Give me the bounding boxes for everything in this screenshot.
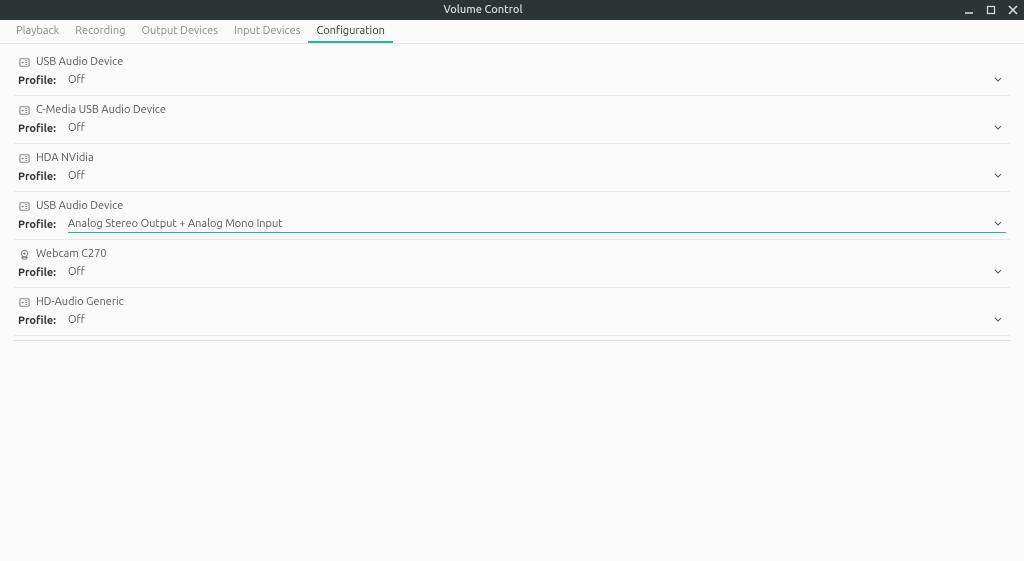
chevron-down-icon bbox=[994, 172, 1002, 180]
profile-label: Profile: bbox=[18, 315, 60, 327]
titlebar: Volume Control bbox=[0, 0, 1024, 20]
chevron-down-icon bbox=[994, 220, 1002, 228]
profile-row: Profile: Off bbox=[14, 118, 1010, 144]
profile-row: Profile: Off bbox=[14, 166, 1010, 192]
maximize-button[interactable] bbox=[984, 3, 998, 17]
device-item: USB Audio Device Profile: Off bbox=[14, 52, 1010, 96]
tab-output-devices[interactable]: Output Devices bbox=[133, 20, 226, 43]
profile-label: Profile: bbox=[18, 267, 60, 279]
content-area: USB Audio Device Profile: Off C-Media US… bbox=[0, 44, 1024, 357]
profile-dropdown[interactable]: Off bbox=[68, 72, 1006, 89]
chevron-down-icon bbox=[994, 76, 1002, 84]
sound-card-icon bbox=[18, 152, 30, 164]
device-header: HDA NVidia bbox=[14, 148, 1010, 166]
device-name-label: HDA NVidia bbox=[36, 152, 94, 164]
close-button[interactable] bbox=[1006, 3, 1020, 17]
profile-label: Profile: bbox=[18, 219, 60, 231]
sound-card-icon bbox=[18, 56, 30, 68]
device-header: HD-Audio Generic bbox=[14, 292, 1010, 310]
sound-card-icon bbox=[18, 296, 30, 308]
device-name-label: USB Audio Device bbox=[36, 200, 123, 212]
window-title: Volume Control bbox=[4, 4, 962, 16]
device-header: USB Audio Device bbox=[14, 196, 1010, 214]
device-item: Webcam C270 Profile: Off bbox=[14, 244, 1010, 288]
profile-dropdown[interactable]: Off bbox=[68, 264, 1006, 281]
tab-recording[interactable]: Recording bbox=[67, 20, 133, 43]
device-header: USB Audio Device bbox=[14, 52, 1010, 70]
profile-row: Profile: Off bbox=[14, 310, 1010, 336]
window-controls bbox=[962, 3, 1020, 17]
device-name-label: USB Audio Device bbox=[36, 56, 123, 68]
profile-value: Off bbox=[68, 74, 85, 86]
profile-row: Profile: Off bbox=[14, 262, 1010, 288]
profile-dropdown[interactable]: Analog Stereo Output + Analog Mono Input bbox=[68, 216, 1006, 233]
section-divider bbox=[14, 340, 1010, 341]
webcam-icon bbox=[18, 248, 30, 260]
chevron-down-icon bbox=[994, 268, 1002, 276]
tab-bar: Playback Recording Output Devices Input … bbox=[0, 20, 1024, 44]
device-item: HDA NVidia Profile: Off bbox=[14, 148, 1010, 192]
device-item: USB Audio Device Profile: Analog Stereo … bbox=[14, 196, 1010, 240]
profile-label: Profile: bbox=[18, 123, 60, 135]
profile-label: Profile: bbox=[18, 171, 60, 183]
profile-label: Profile: bbox=[18, 75, 60, 87]
profile-value: Off bbox=[68, 122, 85, 134]
profile-dropdown[interactable]: Off bbox=[68, 312, 1006, 329]
tab-input-devices[interactable]: Input Devices bbox=[226, 20, 308, 43]
device-item: C-Media USB Audio Device Profile: Off bbox=[14, 100, 1010, 144]
tab-playback[interactable]: Playback bbox=[8, 20, 67, 43]
device-header: Webcam C270 bbox=[14, 244, 1010, 262]
profile-row: Profile: Analog Stereo Output + Analog M… bbox=[14, 214, 1010, 240]
sound-card-icon bbox=[18, 200, 30, 212]
device-name-label: Webcam C270 bbox=[36, 248, 107, 260]
profile-dropdown[interactable]: Off bbox=[68, 168, 1006, 185]
profile-value: Off bbox=[68, 314, 85, 326]
tab-configuration[interactable]: Configuration bbox=[308, 20, 392, 43]
sound-card-icon bbox=[18, 104, 30, 116]
profile-dropdown[interactable]: Off bbox=[68, 120, 1006, 137]
device-name-label: C-Media USB Audio Device bbox=[36, 104, 166, 116]
profile-row: Profile: Off bbox=[14, 70, 1010, 96]
profile-value: Off bbox=[68, 266, 85, 278]
device-name-label: HD-Audio Generic bbox=[36, 296, 124, 308]
device-item: HD-Audio Generic Profile: Off bbox=[14, 292, 1010, 336]
chevron-down-icon bbox=[994, 124, 1002, 132]
device-header: C-Media USB Audio Device bbox=[14, 100, 1010, 118]
profile-value: Off bbox=[68, 170, 85, 182]
profile-value: Analog Stereo Output + Analog Mono Input bbox=[68, 218, 283, 230]
minimize-button[interactable] bbox=[962, 3, 976, 17]
chevron-down-icon bbox=[994, 316, 1002, 324]
